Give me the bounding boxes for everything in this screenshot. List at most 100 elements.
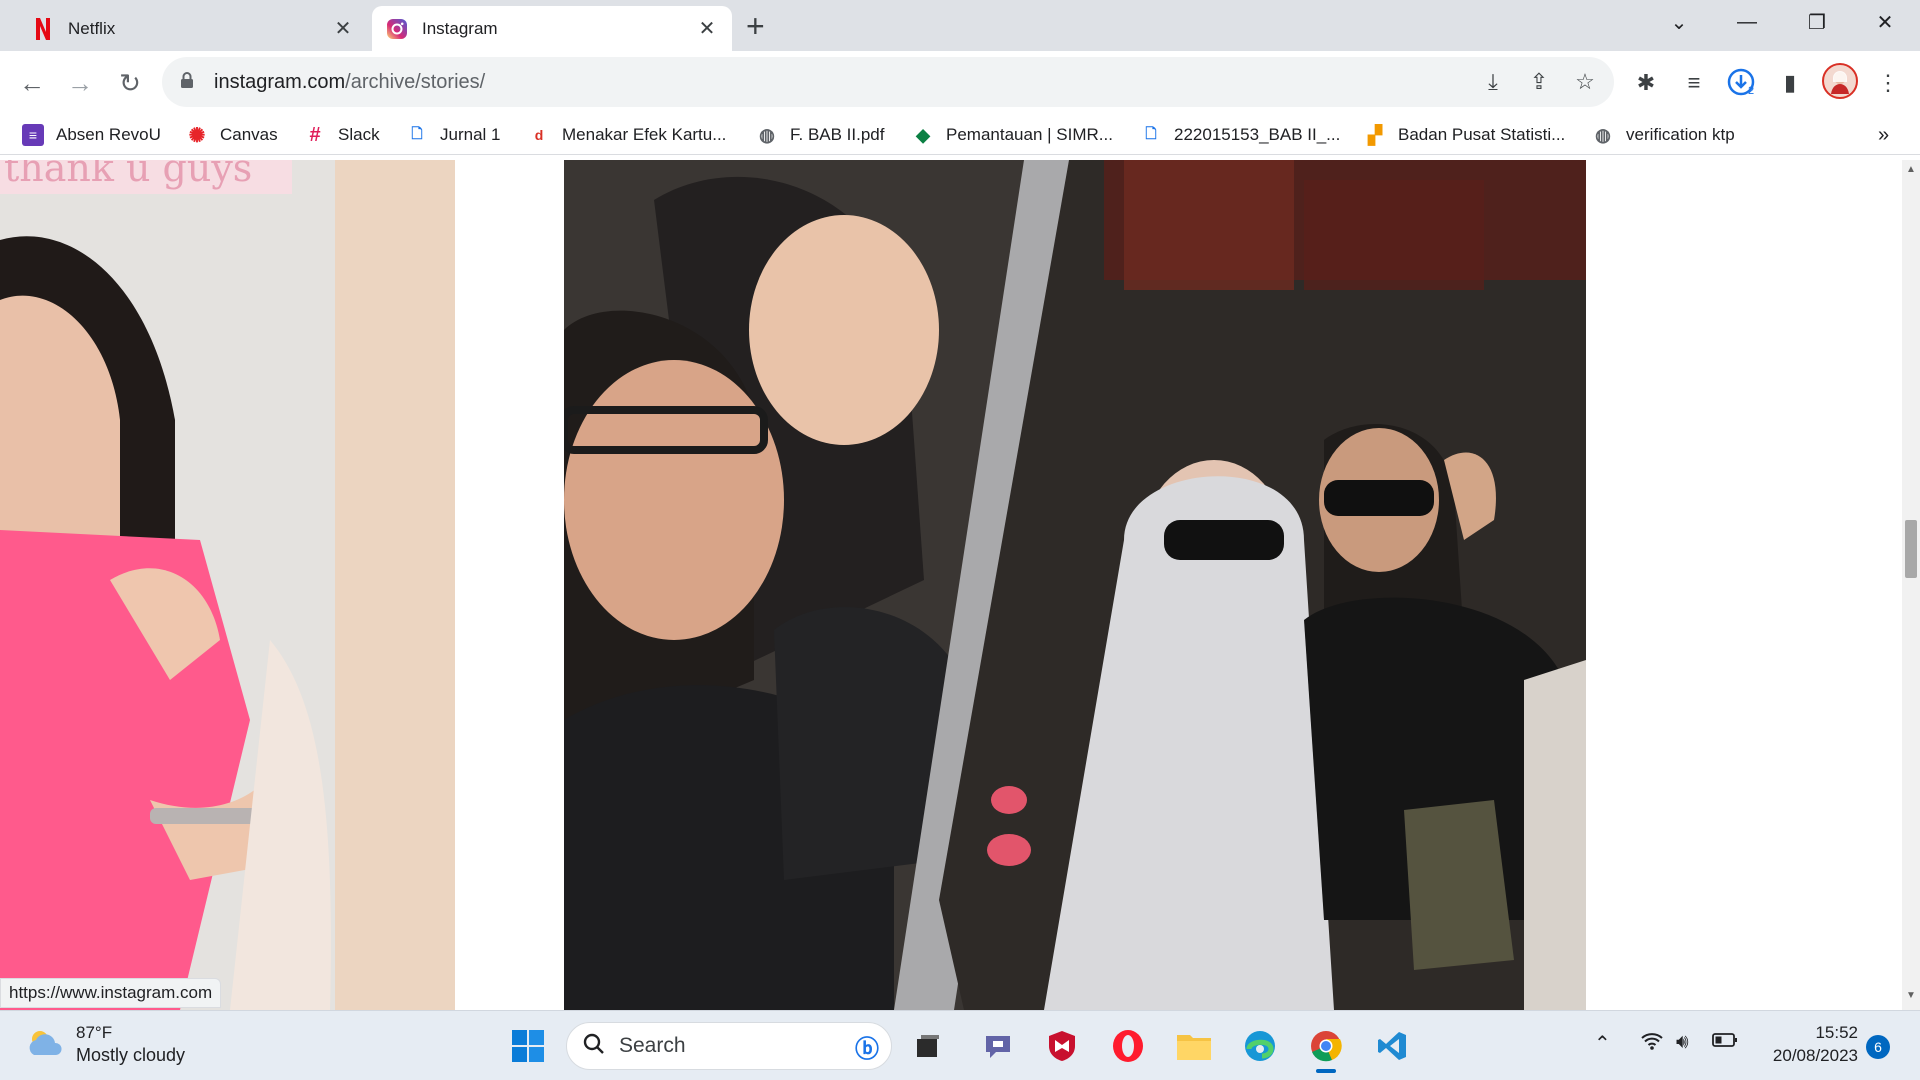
document-icon: 🗋 [1145,125,1157,141]
bookmark-bab-ii-pdf[interactable]: ◍ F. BAB II.pdf [756,121,884,149]
more-bookmarks-chevron-icon[interactable]: » [1878,121,1889,149]
simr-icon: ◆ [916,124,930,145]
instagram-icon [386,18,408,40]
file-explorer-icon[interactable] [1172,1024,1216,1068]
close-tab-icon[interactable]: ✕ [696,16,718,41]
bookmark-label: Pemantauan | SIMR... [946,125,1113,144]
taskbar-search-box[interactable]: Search ⓑ [566,1022,892,1070]
document-icon: 🗋 [411,125,423,141]
tab-strip: Netflix ✕ Instagram ✕ + ⌄ — ❐ ✕ [0,0,1920,51]
mcafee-icon[interactable] [1040,1024,1084,1068]
bookmark-label: Jurnal 1 [440,125,501,144]
close-tab-icon[interactable]: ✕ [332,16,354,41]
battery-icon[interactable] [1712,1031,1738,1054]
media-queue-icon[interactable]: ≡ [1678,67,1710,99]
install-app-icon[interactable]: ⤓ [1478,67,1508,97]
url-path: /archive/stories/ [345,70,486,93]
story-photo-collage [564,160,1586,1010]
search-label: Search [619,1034,686,1057]
bookmark-canvas[interactable]: ✺ Canvas [186,121,278,149]
bookmark-absen-revou[interactable]: ≡ Absen RevoU [22,121,161,149]
bookmark-badan-pusat-statistik[interactable]: ▞ Badan Pusat Statisti... [1364,121,1565,149]
downloads-icon[interactable]: 2 [1726,67,1758,99]
site-d-icon: d [534,127,544,143]
edge-icon[interactable] [1238,1024,1282,1068]
globe-icon: ◍ [1595,124,1611,145]
slack-icon: # [309,123,321,146]
bookmark-label: Absen RevoU [56,125,161,144]
system-clock[interactable]: 15:52 20/08/2023 [1760,1021,1858,1067]
bookmark-label: Menakar Efek Kartu... [562,125,727,144]
teams-chat-icon[interactable] [976,1024,1020,1068]
bookmark-label: 222015153_BAB II_... [1174,125,1341,144]
download-count-badge: 2 [1748,85,1755,97]
address-bar[interactable]: instagram.com/archive/stories/ ⤓ ⇪ ☆ [162,57,1614,107]
bookmark-jurnal-1[interactable]: 🗋 Jurnal 1 [406,121,500,149]
scrollbar-thumb[interactable] [1905,520,1917,578]
page-content: thank u guys [0,160,1902,1010]
link-status-bubble: https://www.instagram.com [0,978,222,1008]
lock-icon[interactable] [180,71,200,94]
tab-instagram[interactable]: Instagram ✕ [372,6,732,51]
reload-button[interactable]: ↻ [112,65,148,101]
page-scrollbar[interactable]: ▲ ▼ [1902,160,1920,1010]
cloudy-weather-icon [26,1027,64,1062]
globe-icon: ◍ [759,124,775,145]
profile-avatar[interactable] [1822,63,1858,99]
forms-icon: ≡ [22,124,44,146]
restore-icon[interactable]: ❐ [1782,0,1852,44]
bookmark-label: verification ktp [1626,125,1735,144]
previous-story-image [0,160,455,1010]
active-app-indicator [1316,1069,1336,1073]
close-window-icon[interactable]: ✕ [1850,0,1920,44]
opera-icon[interactable] [1106,1024,1150,1068]
story-viewer-image[interactable] [564,160,1586,1010]
vscode-icon[interactable] [1370,1024,1414,1068]
side-panel-icon[interactable]: ▮ [1774,67,1806,99]
bookmark-slack[interactable]: # Slack [304,121,380,149]
bookmark-label: Slack [338,125,380,144]
notification-count-badge[interactable]: 6 [1866,1035,1890,1059]
volume-icon[interactable]: 🔊︎ [1676,1031,1689,1054]
back-button[interactable]: ← [14,65,50,101]
netflix-icon [32,17,54,40]
weather-widget[interactable]: 87°F Mostly cloudy [26,1023,185,1066]
show-hidden-icons-chevron-icon[interactable]: ⌃ [1594,1031,1611,1056]
scroll-down-arrow-icon[interactable]: ▼ [1905,990,1917,1006]
bookmark-star-icon[interactable]: ☆ [1570,67,1600,97]
scroll-up-arrow-icon[interactable]: ▲ [1905,164,1917,180]
clock-time: 15:52 [1815,1023,1858,1042]
canvas-icon: ✺ [188,124,206,147]
task-view-icon[interactable] [906,1024,950,1068]
url-text: instagram.com/archive/stories/ [214,71,485,94]
bookmark-label: Canvas [220,125,278,144]
search-icon [583,1033,605,1060]
chrome-taskbar-icon[interactable] [1304,1024,1348,1073]
extensions-icon[interactable]: ✱ [1630,67,1662,99]
bing-icon: ⓑ [855,1035,879,1063]
tab-title: Instagram [422,18,498,38]
browser-toolbar: ← → ↻ instagram.com/archive/stories/ ⤓ ⇪… [0,51,1920,115]
minimize-icon[interactable]: — [1712,0,1782,44]
forward-button[interactable]: → [62,65,98,101]
bookmark-menakar-efek[interactable]: d Menakar Efek Kartu... [528,121,727,149]
previous-story-caption: thank u guys [4,160,253,190]
wifi-icon[interactable] [1640,1031,1664,1057]
bookmark-pemantauan-simr[interactable]: ◆ Pemantauan | SIMR... [912,121,1113,149]
weather-condition: Mostly cloudy [76,1045,186,1065]
windows-taskbar: 87°F Mostly cloudy Search ⓑ ⌃ 🔊︎ 15:52 2… [0,1010,1920,1080]
tab-search-chevron-icon[interactable]: ⌄ [1644,0,1714,44]
bps-icon: ▞ [1368,124,1382,145]
chrome-menu-icon[interactable]: ⋮ [1872,67,1904,99]
bookmark-label: Badan Pusat Statisti... [1398,125,1566,144]
new-tab-button[interactable]: + [746,8,765,45]
previous-story-preview[interactable]: thank u guys [0,160,455,1010]
bookmarks-bar: ≡ Absen RevoU ✺ Canvas # Slack 🗋 Jurnal … [0,115,1920,155]
clock-date: 20/08/2023 [1772,1046,1858,1065]
windows-start-icon[interactable] [506,1024,550,1068]
tab-netflix[interactable]: Netflix ✕ [18,6,368,51]
bookmark-verification-ktp[interactable]: ◍ verification ktp [1592,121,1735,149]
tab-title: Netflix [68,18,116,38]
share-icon[interactable]: ⇪ [1524,67,1554,97]
bookmark-222015153-bab-ii[interactable]: 🗋 222015153_BAB II_... [1140,121,1340,149]
